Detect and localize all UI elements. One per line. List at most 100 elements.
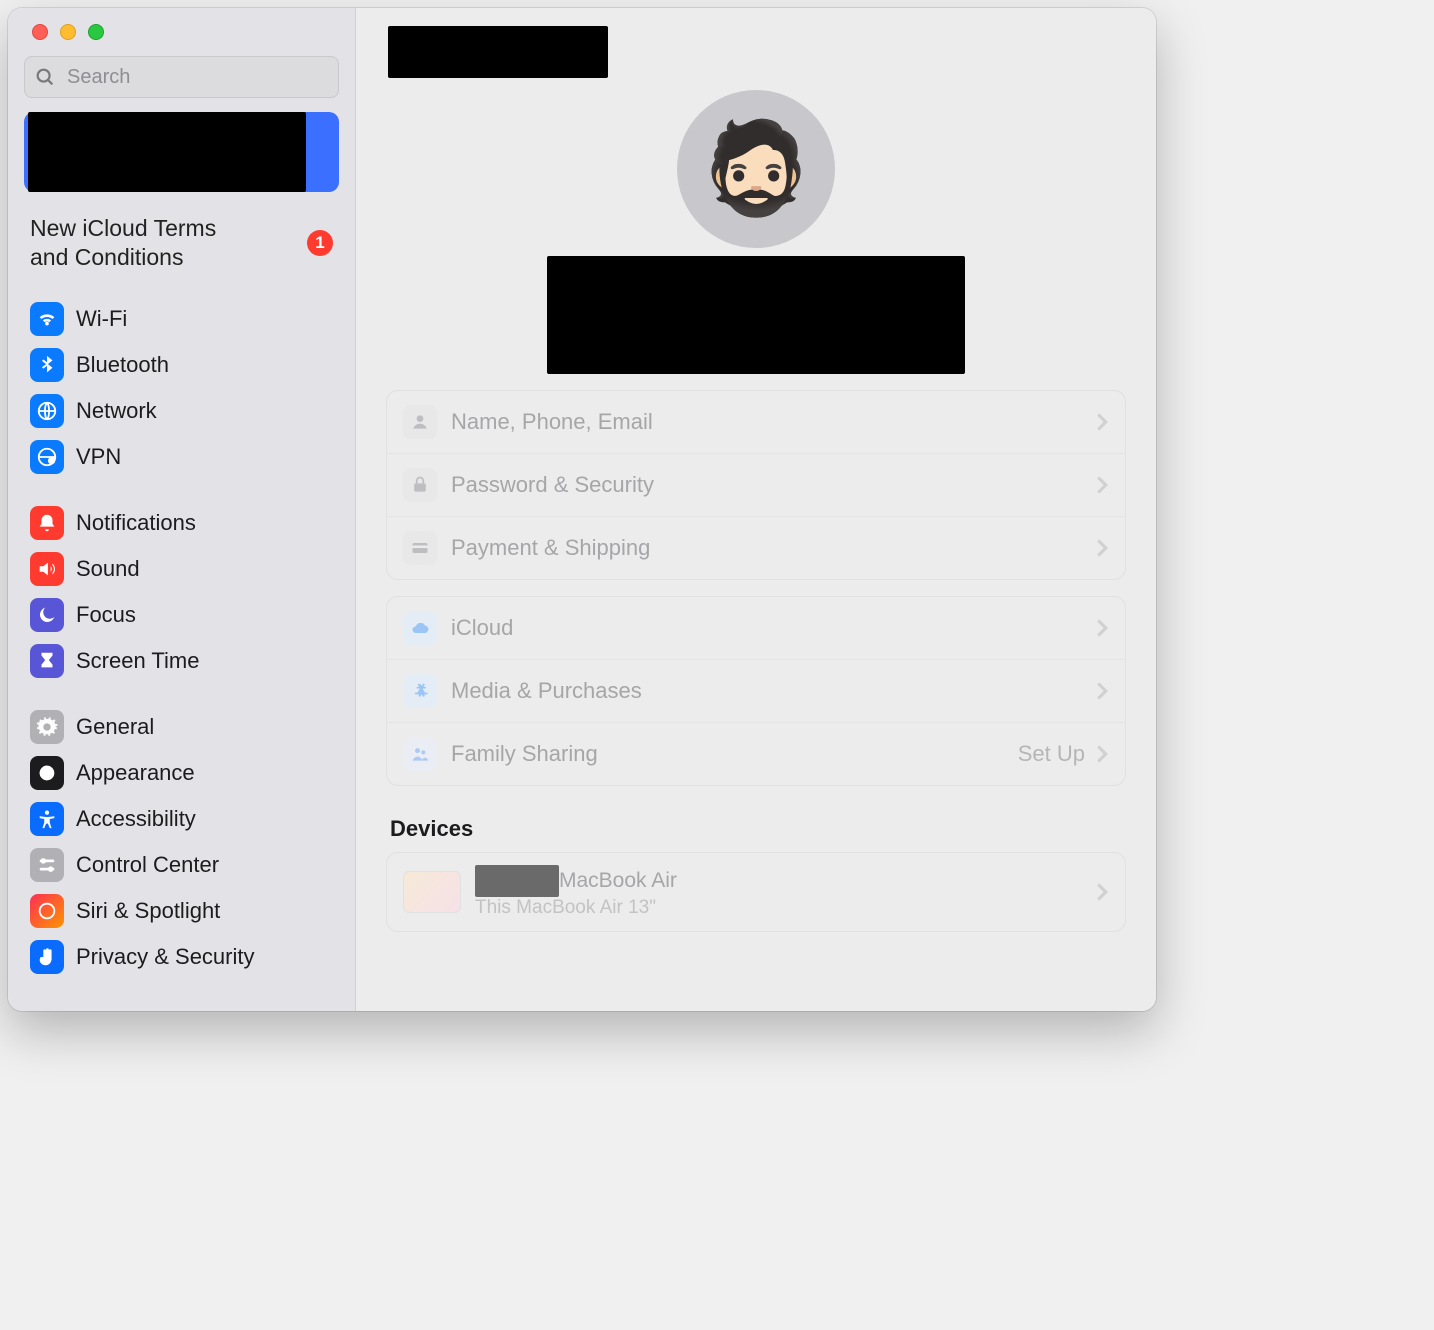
sidebar-item-label: Notifications [76, 510, 196, 536]
row-label: iCloud [451, 615, 513, 641]
row-label: Media & Purchases [451, 678, 642, 704]
row-name-phone-email[interactable]: Name, Phone, Email [387, 391, 1125, 454]
sidebar-item-bluetooth[interactable]: Bluetooth [24, 342, 339, 388]
globe-icon [30, 394, 64, 428]
sidebar-item-label: Privacy & Security [76, 944, 255, 970]
person-icon [403, 405, 437, 439]
sidebar-item-accessibility[interactable]: Accessibility [24, 796, 339, 842]
sidebar-account-row[interactable] [24, 112, 339, 192]
hourglass-icon [30, 644, 64, 678]
device-subtitle: This MacBook Air 13" [475, 897, 677, 919]
siri-icon [30, 894, 64, 928]
sliders-icon [30, 848, 64, 882]
sidebar-item-label: Wi-Fi [76, 306, 127, 332]
family-icon [403, 737, 437, 771]
profile-header: 🧔🏻 [386, 90, 1126, 374]
minimize-button[interactable] [60, 24, 76, 40]
card-icon [403, 531, 437, 565]
titlebar [386, 26, 1126, 86]
sidebar: New iCloud Terms and Conditions 1 Wi-Fi … [8, 8, 356, 1011]
sidebar-item-siri[interactable]: Siri & Spotlight [24, 888, 339, 934]
chevron-right-icon [1095, 538, 1109, 558]
row-family-sharing[interactable]: Family Sharing Set Up [387, 723, 1125, 785]
sidebar-item-general[interactable]: General [24, 704, 339, 750]
settings-window: New iCloud Terms and Conditions 1 Wi-Fi … [8, 8, 1156, 1011]
row-label: Password & Security [451, 472, 654, 498]
devices-card: MacBook Air This MacBook Air 13" [386, 852, 1126, 932]
sidebar-item-label: Screen Time [76, 648, 200, 674]
sidebar-item-label: Appearance [76, 760, 195, 786]
sidebar-item-label: Sound [76, 556, 140, 582]
sidebar-item-label: Bluetooth [76, 352, 169, 378]
sidebar-item-notifications[interactable]: Notifications [24, 500, 339, 546]
appearance-icon [30, 756, 64, 790]
sidebar-item-label: Focus [76, 602, 136, 628]
sidebar-item-label: Siri & Spotlight [76, 898, 220, 924]
sidebar-item-label: General [76, 714, 154, 740]
sidebar-item-screentime[interactable]: Screen Time [24, 638, 339, 684]
redacted-name [547, 256, 965, 374]
search-icon [34, 66, 56, 88]
appstore-icon [403, 674, 437, 708]
nav-group-network: Wi-Fi Bluetooth Network VPN [24, 296, 339, 480]
sidebar-item-vpn[interactable]: VPN [24, 434, 339, 480]
row-payment-shipping[interactable]: Payment & Shipping [387, 517, 1125, 579]
chevron-right-icon [1095, 882, 1109, 902]
cloud-icon [403, 611, 437, 645]
avatar[interactable]: 🧔🏻 [677, 90, 835, 248]
hand-icon [30, 940, 64, 974]
notice-text: New iCloud Terms and Conditions [30, 214, 250, 272]
memoji-icon: 🧔🏻 [700, 124, 812, 214]
device-text: MacBook Air This MacBook Air 13" [475, 865, 677, 919]
sidebar-item-label: Accessibility [76, 806, 196, 832]
row-label: Name, Phone, Email [451, 409, 653, 435]
window-controls [24, 22, 339, 56]
account-card: Name, Phone, Email Password & Security P… [386, 390, 1126, 580]
search-input[interactable] [24, 56, 339, 98]
sidebar-notice[interactable]: New iCloud Terms and Conditions 1 [24, 210, 339, 296]
search-wrap [24, 56, 339, 98]
chevron-right-icon [1095, 475, 1109, 495]
row-media-purchases[interactable]: Media & Purchases [387, 660, 1125, 723]
device-thumbnail-icon [403, 871, 461, 913]
row-label: Payment & Shipping [451, 535, 650, 561]
redacted-title [388, 26, 608, 78]
lock-icon [403, 468, 437, 502]
sidebar-item-network[interactable]: Network [24, 388, 339, 434]
redacted-device-owner [475, 865, 559, 897]
chevron-right-icon [1095, 744, 1109, 764]
accessibility-icon [30, 802, 64, 836]
row-trail: Set Up [1018, 741, 1085, 767]
row-icloud[interactable]: iCloud [387, 597, 1125, 660]
main-pane: 🧔🏻 Name, Phone, Email Password & Securit… [356, 8, 1156, 1011]
sidebar-item-appearance[interactable]: Appearance [24, 750, 339, 796]
nav-group-system: General Appearance Accessibility Control… [24, 704, 339, 980]
moon-icon [30, 598, 64, 632]
bluetooth-icon [30, 348, 64, 382]
sidebar-item-wifi[interactable]: Wi-Fi [24, 296, 339, 342]
sidebar-item-label: Network [76, 398, 157, 424]
chevron-right-icon [1095, 618, 1109, 638]
vpn-icon [30, 440, 64, 474]
close-button[interactable] [32, 24, 48, 40]
services-card: iCloud Media & Purchases Family Sharing … [386, 596, 1126, 786]
sidebar-item-label: Control Center [76, 852, 219, 878]
sidebar-item-privacy[interactable]: Privacy & Security [24, 934, 339, 980]
sidebar-item-sound[interactable]: Sound [24, 546, 339, 592]
gear-icon [30, 710, 64, 744]
chevron-right-icon [1095, 681, 1109, 701]
devices-title: Devices [390, 816, 1122, 842]
sidebar-item-focus[interactable]: Focus [24, 592, 339, 638]
sidebar-item-label: VPN [76, 444, 121, 470]
nav-group-attention: Notifications Sound Focus Screen Time [24, 500, 339, 684]
speaker-icon [30, 552, 64, 586]
redacted-account [28, 112, 306, 192]
fullscreen-button[interactable] [88, 24, 104, 40]
wifi-icon [30, 302, 64, 336]
chevron-right-icon [1095, 412, 1109, 432]
row-label: Family Sharing [451, 741, 598, 767]
device-row[interactable]: MacBook Air This MacBook Air 13" [387, 853, 1125, 931]
sidebar-item-controlcenter[interactable]: Control Center [24, 842, 339, 888]
row-password-security[interactable]: Password & Security [387, 454, 1125, 517]
device-title: MacBook Air [559, 869, 677, 893]
